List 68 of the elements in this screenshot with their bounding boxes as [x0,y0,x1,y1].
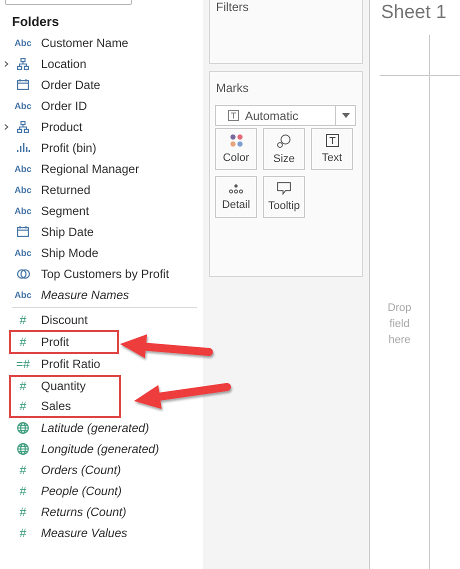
measure-field[interactable]: Longitude (generated) [41,442,160,456]
measure-field[interactable]: Quantity [41,379,86,394]
number-type-icon: # [20,314,26,324]
string-type-icon: Abc [14,248,32,258]
calendar-icon [17,226,29,237]
dimension-field[interactable]: Returned [41,182,90,196]
string-type-icon: Abc [14,184,32,194]
mark-property-button[interactable]: Text [311,128,353,170]
measure-field[interactable]: Orders (Count) [41,463,122,477]
mark-property-button[interactable]: Color [215,128,257,170]
dimension-field[interactable]: Top Customers by Profit [41,266,170,280]
number-type-icon: # [20,465,26,475]
number-type-icon: # [20,507,26,517]
chevron-icon[interactable] [4,123,9,131]
measure-field[interactable]: Sales [41,398,72,413]
dimension-field[interactable]: Product [41,120,82,134]
text-mark-icon [228,110,239,121]
measure-field[interactable]: Profit Ratio [41,357,100,371]
number-type-icon: # [20,486,26,496]
dimension-field[interactable]: Ship Mode [41,246,98,260]
globe-icon [17,443,29,455]
sheet-title: Sheet 1 [380,1,448,25]
mark-property-button[interactable]: Tooltip [263,176,305,218]
dimension-field[interactable]: Ship Date [41,224,94,238]
number-type-icon: =# [16,359,30,369]
card-title: Filters [215,0,250,14]
size-shapes-icon [277,134,291,148]
text-mark-icon [326,134,338,147]
string-type-icon: Abc [14,164,32,174]
card-title: Marks [215,81,249,95]
detail-dots-icon [229,184,243,194]
speech-bubble-icon [277,182,291,195]
globe-icon [17,422,29,434]
string-type-icon: Abc [14,38,32,48]
dimension-field[interactable]: Measure Names [41,288,130,302]
dimension-field[interactable]: Order Date [41,78,100,92]
measure-field[interactable]: Discount [41,312,88,326]
calendar-icon [17,79,29,90]
dimension-field[interactable]: Customer Name [41,36,128,50]
dimension-field[interactable]: Regional Manager [41,162,140,176]
measure-field[interactable]: Profit [41,334,70,349]
measure-field[interactable]: Measure Values [41,526,128,540]
number-type-icon: # [20,400,26,411]
dropdown-caret-icon [342,113,350,118]
dimension-field[interactable]: Location [41,56,86,70]
search-field[interactable] [5,0,132,5]
string-type-icon: Abc [14,206,32,216]
number-type-icon: # [20,381,26,392]
color-dots-icon [230,134,242,147]
number-type-icon: # [20,528,26,538]
hierarchy-icon [17,120,29,132]
measure-field[interactable]: Latitude (generated) [41,421,150,435]
pane-heading: Folders [12,14,60,29]
mark-type-dropdown[interactable]: Automatic [215,105,356,126]
hierarchy-icon [17,58,29,70]
mark-property-button[interactable]: Detail [215,176,257,218]
dimension-field[interactable]: Segment [41,204,90,218]
string-type-icon: Abc [14,100,32,110]
dimension-field[interactable]: Order ID [41,98,88,112]
histogram-icon [16,143,30,152]
dimension-field[interactable]: Profit (bin) [41,140,96,154]
chevron-icon[interactable] [4,60,9,68]
measure-field[interactable]: Returns (Count) [41,505,126,519]
set-icon [16,268,30,280]
number-type-icon: # [20,336,26,347]
measure-field[interactable]: People (Count) [41,484,122,498]
string-type-icon: Abc [14,290,32,300]
mark-property-button[interactable]: Size [263,128,305,170]
